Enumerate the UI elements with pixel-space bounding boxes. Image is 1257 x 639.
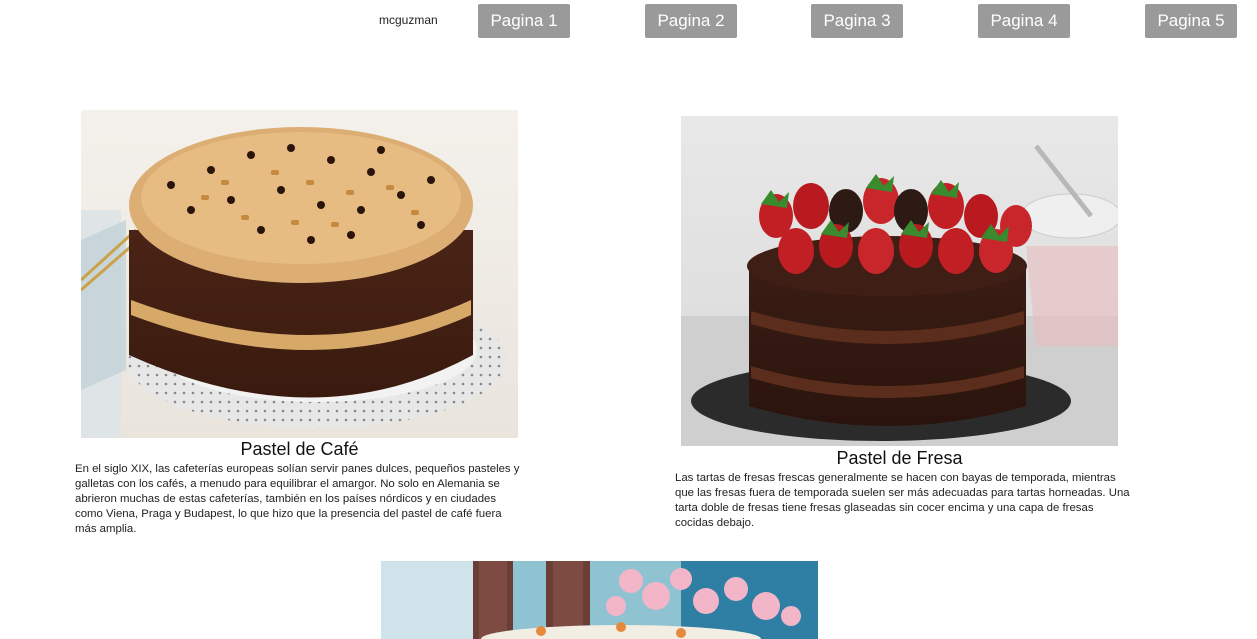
strawberry-cake-title: Pastel de Fresa [836, 448, 963, 468]
third-cake-image [381, 561, 818, 639]
nav-pagina-4-button[interactable]: Pagina 4 [978, 4, 1070, 38]
coffee-cake-title: Pastel de Café [240, 439, 359, 459]
nav-pagina-1-button[interactable]: Pagina 1 [478, 4, 570, 38]
coffee-cake-image [81, 110, 518, 438]
username-label: mcguzman [379, 13, 438, 27]
strawberry-cake-image [681, 116, 1118, 446]
nav-pagina-2-button[interactable]: Pagina 2 [645, 4, 737, 38]
strawberry-cake-description: Las tartas de fresas frescas generalment… [675, 472, 1130, 529]
nav-pagina-3-button[interactable]: Pagina 3 [811, 4, 903, 38]
coffee-cake-description: En el siglo XIX, las cafeterías europeas… [75, 463, 520, 535]
nav-pagina-5-button[interactable]: Pagina 5 [1145, 4, 1237, 38]
